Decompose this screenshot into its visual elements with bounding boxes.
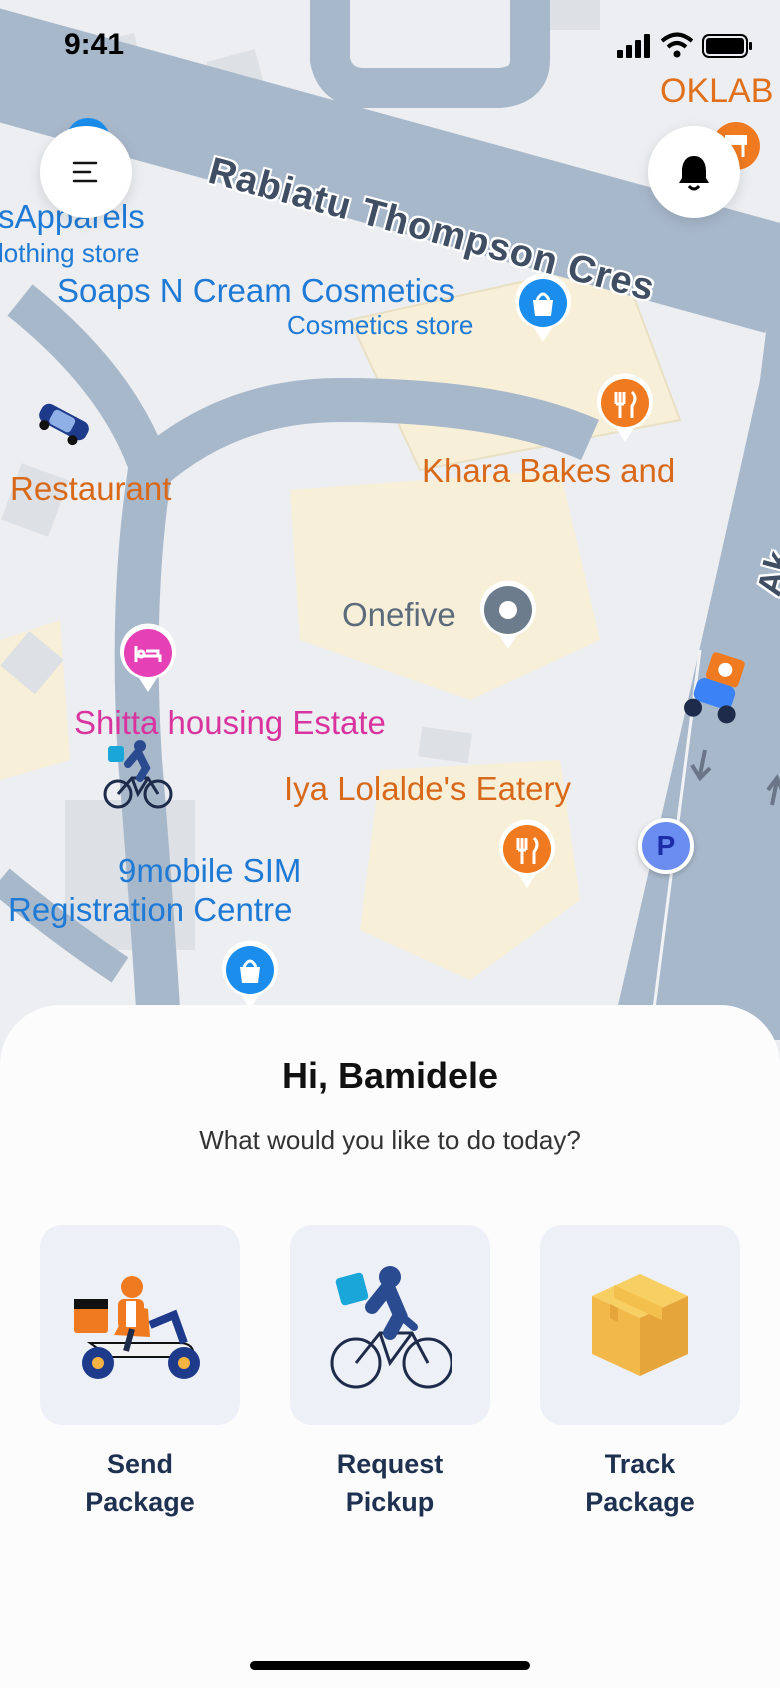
send-package-card[interactable] <box>40 1225 240 1425</box>
home-indicator[interactable] <box>250 1661 530 1670</box>
place-label-khara[interactable]: Khara Bakes and <box>422 452 675 490</box>
send-package-line1: Send <box>106 1449 173 1479</box>
greeting-title: Hi, Bamidele <box>281 1055 499 1096</box>
place-category-soaps: Cosmetics store <box>287 310 474 340</box>
battery-icon <box>702 34 752 58</box>
parking-label: P <box>656 830 676 861</box>
status-bar: 9:41 <box>0 0 780 90</box>
send-package-label[interactable]: Send Package <box>20 1445 260 1521</box>
location-pin-icon[interactable] <box>477 579 539 651</box>
parking-pin-icon[interactable]: P <box>638 818 694 874</box>
scooter-courier-icon <box>74 1276 200 1379</box>
place-label-9mobile[interactable]: 9mobile SIM <box>118 852 301 890</box>
bicycle-courier-icon <box>330 1266 452 1389</box>
track-package-card[interactable] <box>540 1225 740 1425</box>
request-pickup-line2: Pickup <box>345 1487 435 1517</box>
package-box-icon <box>592 1274 688 1376</box>
place-label-restaurant[interactable]: Restaurant <box>10 470 171 508</box>
notifications-button[interactable] <box>648 126 740 218</box>
place-category-apparels: lothing store <box>0 238 140 268</box>
wifi-icon <box>660 32 694 58</box>
track-package-line1: Track <box>604 1449 676 1479</box>
menu-button[interactable] <box>40 126 132 218</box>
car-icon <box>39 403 89 446</box>
signal-icon <box>617 34 650 58</box>
status-time: 9:41 <box>64 28 125 61</box>
track-package-line2: Package <box>585 1487 695 1517</box>
place-label-9mobile-line2: Registration Centre <box>8 891 293 928</box>
bottom-sheet: Hi, Bamidele What would you like to do t… <box>0 1005 780 1688</box>
request-pickup-label[interactable]: Request Pickup <box>270 1445 510 1521</box>
request-pickup-card[interactable] <box>290 1225 490 1425</box>
place-label-onefive[interactable]: Onefive <box>342 596 456 634</box>
cyclist-icon <box>103 740 173 809</box>
restaurant-pin-icon[interactable] <box>496 818 558 890</box>
shopping-bag-pin-icon[interactable] <box>219 939 281 1011</box>
request-pickup-line1: Request <box>336 1449 444 1479</box>
place-label-shitta[interactable]: Shitta housing Estate <box>74 704 386 742</box>
scooter-courier-map-icon <box>684 652 745 724</box>
place-label-soaps[interactable]: Soaps N Cream Cosmetics <box>57 272 455 310</box>
track-package-label[interactable]: Track Package <box>520 1445 760 1521</box>
send-package-line2: Package <box>85 1487 195 1517</box>
app-screen: Rabiatu Thompson Cres Ak sApparels lothi… <box>0 0 780 1688</box>
bell-icon <box>679 156 709 191</box>
menu-icon <box>72 161 98 183</box>
shopping-bag-pin-icon[interactable] <box>512 272 574 344</box>
greeting-prompt: What would you like to do today? <box>199 1125 581 1155</box>
hotel-pin-icon[interactable] <box>117 622 179 694</box>
place-label-iya[interactable]: Iya Lolalde's Eatery <box>284 770 571 808</box>
restaurant-pin-icon[interactable] <box>594 372 656 444</box>
